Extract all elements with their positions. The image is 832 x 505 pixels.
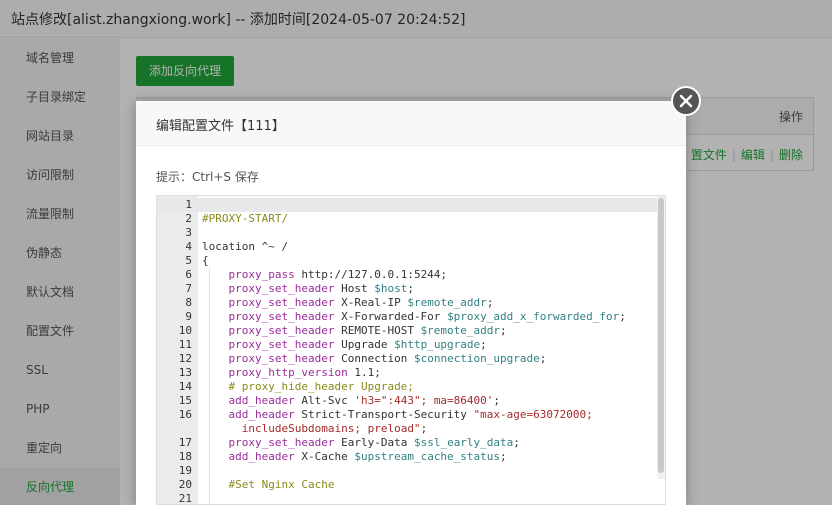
line-number: 19 (178, 464, 192, 477)
line-number: 16 (178, 408, 192, 421)
scrollbar-thumb[interactable] (658, 198, 664, 473)
line-number: 1 (185, 198, 192, 211)
line-number: 17 (178, 436, 192, 449)
code-text: proxy_set_header Connection $connection_… (228, 352, 547, 365)
code-line[interactable]: 6 proxy_pass http://127.0.0.1:5244; (157, 268, 657, 282)
code-text: # proxy_hide_header Upgrade; (228, 380, 414, 393)
code-text: proxy_set_header REMOTE-HOST $remote_add… (228, 324, 507, 337)
code-text: proxy_set_header Host $host; (228, 282, 414, 295)
line-number: 4 (185, 240, 192, 253)
code-line[interactable]: 2 #PROXY-START/ (157, 212, 657, 226)
code-text: location ^~ / (202, 240, 289, 253)
code-line[interactable]: 10 proxy_set_header REMOTE-HOST $remote_… (157, 324, 657, 338)
line-number: 2 (185, 212, 192, 225)
code-lines: 1 2 #PROXY-START/3 4 location ^~ /5{6 proxy_… (157, 198, 657, 505)
code-line[interactable]: 4 location ^~ / (157, 240, 657, 254)
code-line[interactable]: 11 proxy_set_header Upgrade $http_upgrad… (157, 338, 657, 352)
code-line[interactable]: 17 proxy_set_header Early-Data $ssl_earl… (157, 436, 657, 450)
code-line[interactable]: 7 proxy_set_header Host $host; (157, 282, 657, 296)
code-text: proxy_set_header Upgrade $http_upgrade; (228, 338, 487, 351)
line-number: 20 (178, 478, 192, 491)
code-line[interactable]: 9 proxy_set_header X-Forwarded-For $prox… (157, 310, 657, 324)
indent-guide (209, 268, 210, 504)
close-icon[interactable] (671, 86, 701, 116)
dialog-title: 编辑配置文件【111】 (156, 119, 285, 134)
line-number: 12 (178, 352, 192, 365)
code-line[interactable]: 18 add_header X-Cache $upstream_cache_st… (157, 450, 657, 464)
line-number: 15 (178, 394, 192, 407)
editor-scrollbar[interactable] (657, 196, 665, 479)
code-line[interactable]: 1 (157, 198, 657, 212)
code-line[interactable]: 15 add_header Alt-Svc 'h3=":443"; ma=864… (157, 394, 657, 408)
code-text: proxy_set_header X-Forwarded-For $proxy_… (228, 310, 626, 323)
code-text: includeSubdomains; preload"; (241, 422, 428, 435)
code-text: add_header Alt-Svc 'h3=":443"; ma=86400'… (228, 394, 501, 407)
code-line[interactable]: 14 # proxy_hide_header Upgrade; (157, 380, 657, 394)
line-number: 14 (178, 380, 192, 393)
line-number: 7 (185, 282, 192, 295)
line-number: 9 (185, 310, 192, 323)
save-hint: 提示：Ctrl+S 保存 (156, 170, 259, 184)
code-text: #Set Nginx Cache (228, 478, 335, 491)
code-line[interactable]: 13 proxy_http_version 1.1; (157, 366, 657, 380)
line-number: 8 (185, 296, 192, 309)
code-text: #PROXY-START/ (202, 212, 289, 225)
line-number: 6 (185, 268, 192, 281)
line-number: 3 (185, 226, 192, 239)
code-line[interactable]: 3 (157, 226, 657, 240)
line-number: 21 (178, 492, 192, 505)
code-editor[interactable]: 1 2 #PROXY-START/3 4 location ^~ /5{6 proxy_… (156, 195, 666, 505)
line-number: 13 (178, 366, 192, 379)
code-line[interactable]: 8 proxy_set_header X-Real-IP $remote_add… (157, 296, 657, 310)
line-number: 10 (178, 324, 192, 337)
code-text: add_header X-Cache $upstream_cache_statu… (228, 450, 507, 463)
line-number: 11 (178, 338, 192, 351)
code-line[interactable]: 21 (157, 492, 657, 505)
code-line[interactable]: includeSubdomains; preload"; (157, 422, 657, 436)
code-line[interactable]: 19 (157, 464, 657, 478)
code-text: add_header Strict-Transport-Security "ma… (228, 408, 593, 421)
code-line[interactable]: 16 add_header Strict-Transport-Security … (157, 408, 657, 422)
code-line[interactable]: 5{ (157, 254, 657, 268)
code-line[interactable]: 12 proxy_set_header Connection $connecti… (157, 352, 657, 366)
dialog-header: 编辑配置文件【111】 (136, 101, 686, 146)
code-text: proxy_set_header X-Real-IP $remote_addr; (228, 296, 494, 309)
code-text: { (202, 254, 209, 267)
line-number: 18 (178, 450, 192, 463)
code-text: proxy_http_version 1.1; (228, 366, 381, 379)
edit-config-dialog: 编辑配置文件【111】 提示：Ctrl+S 保存 1 2 #PROXY-START/… (136, 86, 701, 505)
code-text: proxy_pass http://127.0.0.1:5244; (228, 268, 448, 281)
code-text: proxy_set_header Early-Data $ssl_early_d… (228, 436, 520, 449)
code-line[interactable]: 20 #Set Nginx Cache (157, 478, 657, 492)
line-number: 5 (185, 254, 192, 267)
